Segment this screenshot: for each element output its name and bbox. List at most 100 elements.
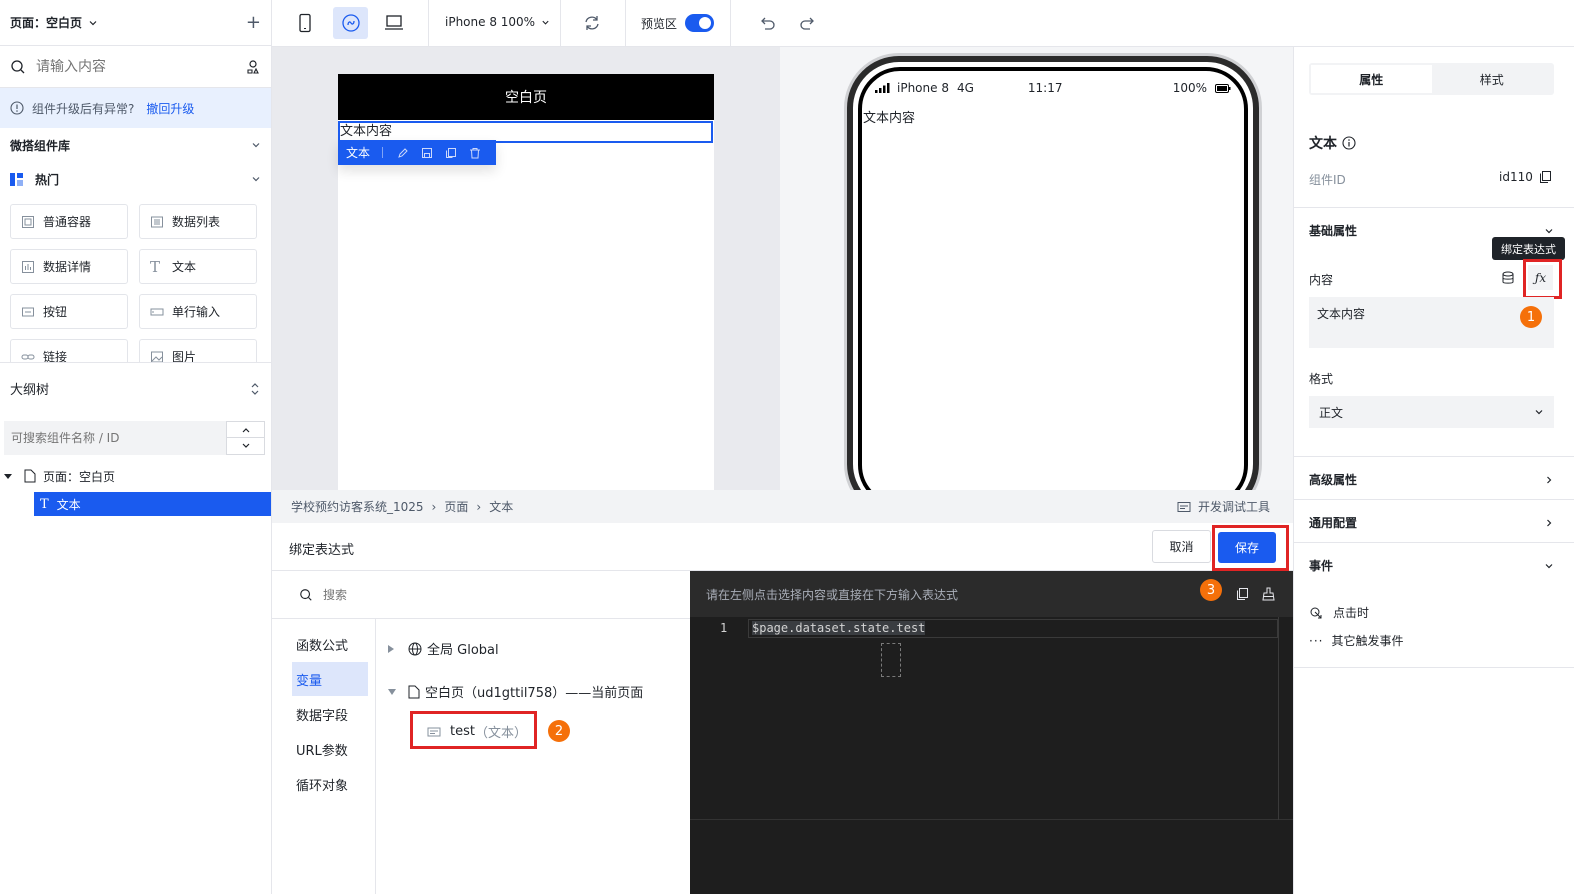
component-manage-icon[interactable]: [245, 59, 261, 75]
breadcrumb-item-component[interactable]: 文本: [489, 498, 513, 515]
variable-search-input[interactable]: [323, 587, 523, 602]
component-data-detail[interactable]: 数据详情: [10, 249, 128, 284]
advanced-section-header[interactable]: 高级属性: [1309, 471, 1554, 488]
event-other-label: 其它触发事件: [1331, 634, 1404, 648]
component-text[interactable]: T 文本: [139, 249, 257, 284]
content-textarea[interactable]: 文本内容: [1309, 297, 1554, 348]
variable-panel: 函数公式 变量 数据字段 URL参数 循环对象 全局 Global 空白页（ud…: [272, 571, 690, 894]
save-template-icon[interactable]: [421, 147, 433, 159]
format-select[interactable]: 正文: [1309, 396, 1554, 428]
caret-down-icon[interactable]: [4, 472, 12, 480]
page-frame[interactable]: 空白页 文本内容 文本: [338, 74, 714, 490]
outline-next-button[interactable]: [227, 438, 264, 454]
hot-group-header[interactable]: 热门: [0, 162, 271, 196]
chevron-down-icon: [1544, 561, 1554, 571]
redo-icon[interactable]: [799, 14, 817, 32]
page-select-label: 页面：空白页: [10, 16, 83, 30]
expand-collapse-icon[interactable]: [249, 382, 261, 396]
design-canvas: 空白页 文本内容 文本 iPhone 8 4G 11:17 100% 文本内容: [272, 47, 1293, 490]
component-label: 单行输入: [172, 305, 221, 319]
component-search-input[interactable]: [36, 58, 216, 75]
events-section-header[interactable]: 事件: [1309, 557, 1554, 574]
button-icon: [21, 305, 35, 319]
edit-icon[interactable]: [397, 147, 409, 159]
page-select[interactable]: 页面：空白页: [10, 14, 98, 31]
delete-icon[interactable]: [469, 147, 481, 159]
container-icon: [21, 215, 35, 229]
copy-icon[interactable]: [1236, 587, 1249, 601]
category-loop-object[interactable]: 循环对象: [292, 767, 368, 801]
data-source-icon[interactable]: [1501, 271, 1517, 285]
search-icon: [10, 59, 26, 75]
pc-view-icon[interactable]: [384, 14, 404, 32]
component-input[interactable]: 单行输入: [139, 294, 257, 329]
event-click[interactable]: 点击时: [1309, 604, 1369, 621]
device-select-label: iPhone 8 100%: [445, 15, 536, 29]
clear-icon[interactable]: [1262, 587, 1275, 601]
link-icon: [21, 350, 35, 363]
network-label: 4G: [956, 81, 974, 95]
event-other[interactable]: ··· 其它触发事件: [1309, 632, 1403, 649]
dev-tools-button[interactable]: 开发调试工具: [1177, 498, 1270, 515]
component-data-list[interactable]: 数据列表: [139, 204, 257, 239]
expression-editor: 请在左侧点击选择内容或直接在下方输入表达式 3 1 $page.dataset.…: [690, 571, 1293, 894]
tree-node-page[interactable]: 页面：空白页: [0, 463, 271, 489]
tab-label: 属性: [1359, 72, 1384, 87]
properties-panel: 属性 样式 文本 组件ID id110 基础属性 绑定表达式 内容 ƒx 文本内…: [1293, 47, 1574, 894]
component-container[interactable]: 普通容器: [10, 204, 128, 239]
component-button[interactable]: 按钮: [10, 294, 128, 329]
line-number: 1: [720, 621, 728, 635]
properties-tabs: 属性 样式: [1309, 63, 1554, 95]
list-icon: [150, 215, 164, 229]
battery-label: 100%: [1172, 81, 1207, 95]
variable-search[interactable]: [272, 571, 690, 619]
advanced-section-title: 高级属性: [1309, 473, 1358, 487]
tree-node-current-page[interactable]: 空白页（ud1gttil758）——当前页面: [388, 682, 643, 701]
copy-icon[interactable]: [1539, 170, 1552, 184]
component-name: 文本: [1309, 133, 1356, 153]
chart-icon: [21, 260, 35, 274]
library-header[interactable]: 微搭组件库: [0, 128, 271, 162]
general-section-header[interactable]: 通用配置: [1309, 514, 1554, 531]
editor-scrollbar[interactable]: [1278, 617, 1279, 820]
category-data-field[interactable]: 数据字段: [292, 697, 368, 731]
format-value: 正文: [1319, 405, 1344, 420]
page-icon: [24, 469, 36, 483]
breadcrumb-item-app[interactable]: 学校预约访客系统_1025: [291, 498, 424, 515]
breadcrumb-item-page[interactable]: 页面: [444, 498, 468, 515]
add-page-icon[interactable]: +: [246, 12, 261, 33]
miniprogram-view-icon[interactable]: [333, 7, 368, 39]
undo-icon[interactable]: [758, 14, 776, 32]
outline-header[interactable]: 大纲树: [0, 362, 271, 414]
category-variable[interactable]: 变量: [292, 662, 368, 696]
tab-properties[interactable]: 属性: [1311, 65, 1432, 93]
refresh-icon[interactable]: [583, 14, 601, 32]
component-link[interactable]: 链接: [10, 339, 128, 362]
device-select[interactable]: iPhone 8 100%: [445, 15, 550, 29]
component-grid: 普通容器 数据列表 数据详情 T 文本 按钮 单行输入 链接 图片: [0, 196, 271, 362]
editor-hint: 请在左侧点击选择内容或直接在下方输入表达式: [706, 587, 959, 602]
outline-prev-button[interactable]: [227, 422, 264, 438]
tab-styles[interactable]: 样式: [1432, 65, 1553, 93]
preview-toggle[interactable]: [685, 14, 714, 32]
carrier-label: iPhone 8: [897, 81, 949, 95]
category-function[interactable]: 函数公式: [292, 627, 368, 661]
component-image[interactable]: 图片: [139, 339, 257, 362]
copy-icon[interactable]: [445, 147, 457, 159]
chevron-down-icon: [1544, 226, 1554, 236]
code-area[interactable]: 1 $page.dataset.state.test: [690, 617, 1293, 820]
outline-search-input[interactable]: [11, 431, 211, 445]
revert-upgrade-link[interactable]: 撤回升级: [146, 100, 194, 117]
code-line[interactable]: $page.dataset.state.test: [752, 621, 926, 635]
cancel-button[interactable]: 取消: [1152, 530, 1211, 563]
mobile-view-icon[interactable]: [298, 13, 312, 33]
info-icon[interactable]: [1342, 136, 1356, 150]
component-id: id110: [1499, 170, 1552, 184]
category-url-param[interactable]: URL参数: [292, 732, 368, 766]
tree-node-global[interactable]: 全局 Global: [388, 639, 499, 658]
page-title: 空白页: [505, 90, 547, 106]
outline-search[interactable]: [4, 421, 226, 455]
badge-number: 2: [554, 723, 564, 739]
tree-node-text[interactable]: T 文本: [34, 492, 271, 516]
preview-area: iPhone 8 4G 11:17 100% 文本内容: [780, 47, 1293, 490]
